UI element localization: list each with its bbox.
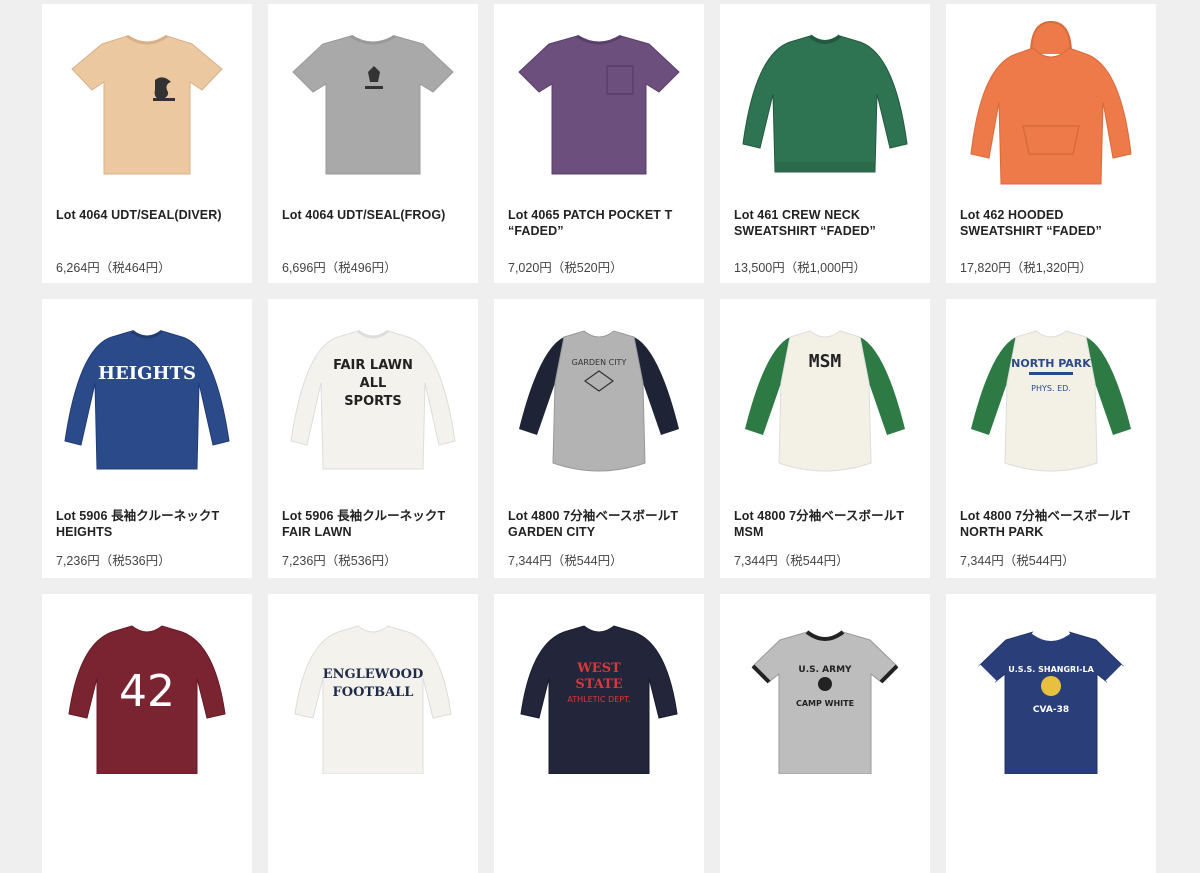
product-name[interactable]: Lot 4800 7分袖ベースボールT NORTH PARK <box>960 508 1146 540</box>
product-card[interactable]: HEIGHTS Lot 5906 長袖クルーネックT HEIGHTS 7,236… <box>42 299 252 578</box>
product-price: 7,344円（税544円） <box>960 554 1075 568</box>
svg-text:PHYS. ED.: PHYS. ED. <box>1031 384 1071 393</box>
product-image[interactable] <box>946 4 1156 204</box>
product-name[interactable]: Lot 4065 PATCH POCKET T “FADED” <box>508 207 694 239</box>
hoodie-image <box>970 20 1132 185</box>
ringer-tshirt-image: U.S.S. SHANGRI-LA CVA-38 <box>977 630 1125 774</box>
product-card[interactable]: GARDEN CITY Lot 4800 7分袖ベースボールT GARDEN C… <box>494 299 704 578</box>
svg-text:CVA-38: CVA-38 <box>1033 705 1069 715</box>
product-image[interactable]: GARDEN CITY <box>494 299 704 499</box>
product-price: 6,696円（税496円） <box>282 261 397 275</box>
longsleeve-tshirt-image: ENGLEWOOD FOOTBALL <box>294 625 452 774</box>
svg-text:FAIR LAWN: FAIR LAWN <box>333 358 413 373</box>
print-text: MSM <box>809 351 842 372</box>
svg-text:ALL: ALL <box>360 376 387 391</box>
product-card[interactable]: Lot 462 HOODED SWEATSHIRT “FADED” 17,820… <box>946 4 1156 283</box>
product-image[interactable]: U.S.S. SHANGRI-LA CVA-38 <box>946 594 1156 794</box>
svg-text:STATE: STATE <box>575 677 622 692</box>
football-tshirt-image: WEST STATE ATHLETIC DEPT. <box>520 625 678 774</box>
product-image[interactable] <box>494 4 704 204</box>
sweatshirt-image <box>742 34 908 173</box>
product-image[interactable]: 42 <box>42 594 252 794</box>
product-name[interactable]: Lot 4064 UDT/SEAL(DIVER) <box>56 207 242 223</box>
svg-text:U.S. ARMY: U.S. ARMY <box>798 665 852 675</box>
svg-text:ATHLETIC DEPT.: ATHLETIC DEPT. <box>567 695 630 704</box>
svg-text:FOOTBALL: FOOTBALL <box>333 685 414 700</box>
product-card[interactable]: 42 <box>42 594 252 873</box>
product-card[interactable]: Lot 4064 UDT/SEAL(FROG) 6,696円（税496円） <box>268 4 478 283</box>
product-card[interactable]: Lot 4065 PATCH POCKET T “FADED” 7,020円（税… <box>494 4 704 283</box>
product-card[interactable]: Lot 461 CREW NECK SWEATSHIRT “FADED” 13,… <box>720 4 930 283</box>
svg-text:NORTH PARK: NORTH PARK <box>1011 357 1091 370</box>
baseball-tshirt-image: MSM <box>745 330 905 472</box>
product-price: 13,500円（税1,000円） <box>734 261 867 275</box>
product-card[interactable]: U.S. ARMY CAMP WHITE <box>720 594 930 873</box>
product-name[interactable]: Lot 4800 7分袖ベースボールT MSM <box>734 508 920 540</box>
product-image[interactable] <box>42 4 252 204</box>
product-name[interactable]: Lot 4800 7分袖ベースボールT GARDEN CITY <box>508 508 694 540</box>
product-image[interactable]: FAIR LAWN ALL SPORTS <box>268 299 478 499</box>
product-price: 7,020円（税520円） <box>508 261 623 275</box>
baseball-tshirt-image: NORTH PARK PHYS. ED. <box>971 330 1131 472</box>
svg-text:CAMP WHITE: CAMP WHITE <box>796 699 854 708</box>
product-name[interactable]: Lot 462 HOODED SWEATSHIRT “FADED” <box>960 207 1146 239</box>
product-card[interactable]: FAIR LAWN ALL SPORTS Lot 5906 長袖クルーネックT … <box>268 299 478 578</box>
svg-text:GARDEN CITY: GARDEN CITY <box>572 358 627 367</box>
svg-text:U.S.S. SHANGRI-LA: U.S.S. SHANGRI-LA <box>1008 665 1094 674</box>
ringer-tshirt-image: U.S. ARMY CAMP WHITE <box>751 630 899 774</box>
product-image[interactable]: NORTH PARK PHYS. ED. <box>946 299 1156 499</box>
svg-text:ENGLEWOOD: ENGLEWOOD <box>323 667 423 682</box>
tshirt-image <box>71 34 223 175</box>
product-image[interactable]: ENGLEWOOD FOOTBALL <box>268 594 478 794</box>
product-card[interactable]: WEST STATE ATHLETIC DEPT. <box>494 594 704 873</box>
svg-text:SPORTS: SPORTS <box>344 394 402 409</box>
product-card[interactable]: ENGLEWOOD FOOTBALL <box>268 594 478 873</box>
longsleeve-tshirt-image: HEIGHTS <box>64 329 230 470</box>
product-price: 7,236円（税536円） <box>282 554 397 568</box>
product-image[interactable] <box>720 4 930 204</box>
product-name[interactable]: Lot 5906 長袖クルーネックT FAIR LAWN <box>282 508 468 540</box>
product-image[interactable]: U.S. ARMY CAMP WHITE <box>720 594 930 794</box>
product-image[interactable]: HEIGHTS <box>42 299 252 499</box>
product-price: 6,264円（税464円） <box>56 261 171 275</box>
product-card[interactable]: Lot 4064 UDT/SEAL(DIVER) 6,264円（税464円） <box>42 4 252 283</box>
product-price: 7,344円（税544円） <box>508 554 623 568</box>
print-text: HEIGHTS <box>98 363 196 384</box>
product-card[interactable]: NORTH PARK PHYS. ED. Lot 4800 7分袖ベースボールT… <box>946 299 1156 578</box>
product-name[interactable]: Lot 461 CREW NECK SWEATSHIRT “FADED” <box>734 207 920 239</box>
baseball-tshirt-image: GARDEN CITY <box>519 330 679 472</box>
product-grid: Lot 4064 UDT/SEAL(DIVER) 6,264円（税464円） L… <box>42 4 1156 873</box>
pocket-tshirt-image <box>518 34 680 175</box>
product-price: 7,236円（税536円） <box>56 554 171 568</box>
football-tshirt-image: 42 <box>68 625 226 774</box>
product-image[interactable]: MSM <box>720 299 930 499</box>
product-price: 17,820円（税1,320円） <box>960 261 1093 275</box>
product-card[interactable]: U.S.S. SHANGRI-LA CVA-38 <box>946 594 1156 873</box>
product-image[interactable] <box>268 4 478 204</box>
svg-text:WEST: WEST <box>576 661 621 676</box>
longsleeve-tshirt-image: FAIR LAWN ALL SPORTS <box>290 329 456 470</box>
product-image[interactable]: WEST STATE ATHLETIC DEPT. <box>494 594 704 794</box>
print-text: 42 <box>119 666 175 717</box>
product-name[interactable]: Lot 4064 UDT/SEAL(FROG) <box>282 207 468 223</box>
product-price: 7,344円（税544円） <box>734 554 849 568</box>
product-name[interactable]: Lot 5906 長袖クルーネックT HEIGHTS <box>56 508 242 540</box>
product-card[interactable]: MSM Lot 4800 7分袖ベースボールT MSM 7,344円（税544円… <box>720 299 930 578</box>
tshirt-image <box>292 34 454 175</box>
